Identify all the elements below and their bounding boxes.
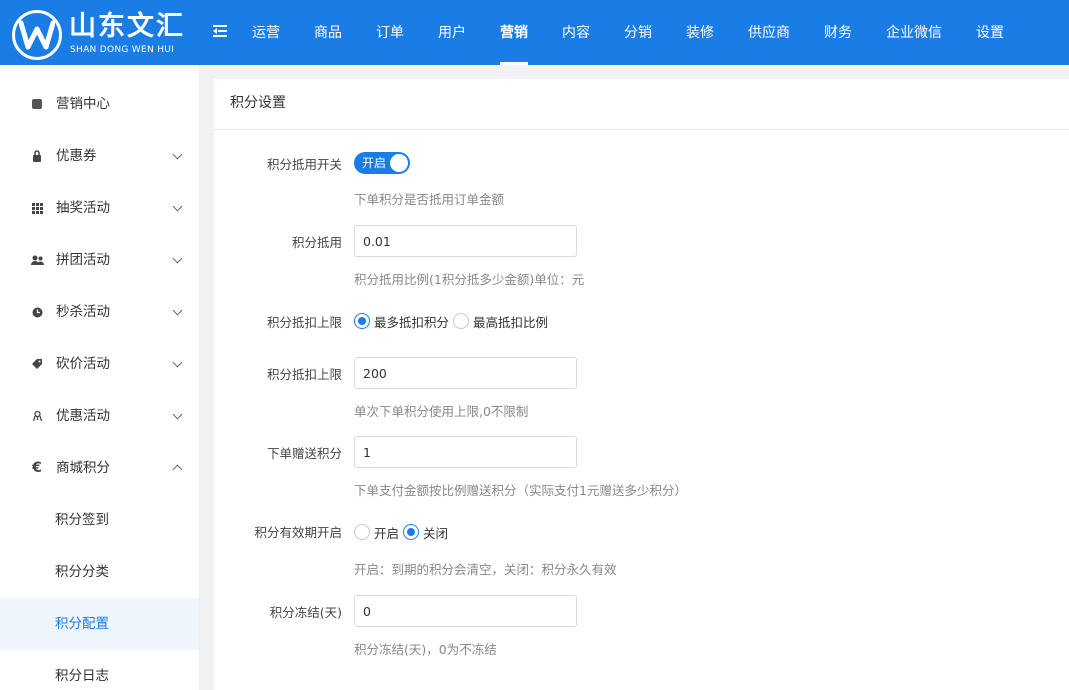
sidebar-subitem-points-signin[interactable]: 积分签到 [0,494,199,546]
sidebar-item-bargain[interactable]: 砍价活动 [0,338,199,390]
expiry-help: 开启：到期的积分会清空，关闭：积分永久有效 [354,562,617,577]
chevron-down-icon [172,201,183,212]
square-icon [30,78,44,130]
sidebar-item-lottery[interactable]: 抽奖活动 [0,182,199,234]
chevron-down-icon [172,357,183,368]
sidebar-item-label: 砍价活动 [56,356,110,372]
group-icon [30,234,44,286]
radio-max-ratio[interactable]: 最高抵扣比例 [453,312,548,331]
deduct-limit-input[interactable] [354,357,577,389]
sidebar-subitem-points-config[interactable]: 积分配置 [0,598,199,650]
brand-subtitle: SHAN DONG WEN HUI [70,45,175,55]
sidebar-item-label: 营销中心 [56,96,110,112]
gift-icon [30,390,44,442]
chevron-down-icon [172,253,183,264]
chevron-down-icon [172,149,183,160]
sidebar-subitem-points-log[interactable]: 积分日志 [0,650,199,690]
deduct-switch-label: 积分抵用开关 [266,157,342,172]
top-bar: 山东文汇 SHAN DONG WEN HUI 运营 商品 订单 用户 营销 内容… [0,0,1069,65]
sidebar-item-promotions[interactable]: 优惠活动 [0,390,199,442]
nav-item-operations[interactable]: 运营 [235,0,297,65]
deduct-ratio-input[interactable] [354,225,577,257]
lock-icon [30,130,44,182]
expiry-radio-group: 开启 关闭 [354,522,452,542]
sidebar-item-flash-sale[interactable]: 秒杀活动 [0,286,199,338]
freeze-label: 积分冻结(天) [269,605,342,620]
deduct-ratio-label: 积分抵用 [291,235,342,250]
order-gift-label: 下单赠送积分 [266,446,342,461]
nav-item-users[interactable]: 用户 [421,0,483,65]
radio-label: 最高抵扣比例 [473,314,549,330]
nav-item-orders[interactable]: 订单 [359,0,421,65]
radio-max-points[interactable]: 最多抵扣积分 [354,312,449,331]
deduct-switch-toggle[interactable]: 开启 [354,152,410,174]
switch-state-text: 开启 [362,156,387,170]
chevron-down-icon [172,305,183,316]
nav-item-settings[interactable]: 设置 [959,0,1021,65]
radio-expiry-on[interactable]: 开启 [354,523,399,542]
expiry-label: 积分有效期开启 [254,525,342,540]
nav-item-suppliers[interactable]: 供应商 [731,0,807,65]
euro-icon: € [32,460,42,476]
chevron-down-icon [172,409,183,420]
sidebar-item-label: 拼团活动 [56,252,110,268]
deduct-limit-label: 积分抵扣上限 [266,367,342,382]
deduct-limit-type-label: 积分抵扣上限 [266,315,342,330]
clock-icon [30,286,44,338]
chevron-up-icon [172,464,183,475]
menu-fold-icon[interactable] [213,25,229,39]
tag-icon [30,338,44,390]
sidebar-item-label: 抽奖活动 [56,200,110,216]
freeze-input[interactable] [354,595,577,627]
switch-knob [390,154,408,172]
logo-w-icon [12,10,62,60]
nav-item-wecom[interactable]: 企业微信 [869,0,959,65]
sidebar-item-mall-points[interactable]: € 商城积分 [0,442,199,494]
radio-label: 最多抵扣积分 [374,314,450,330]
nav-item-finance[interactable]: 财务 [807,0,869,65]
top-nav: 运营 商品 订单 用户 营销 内容 分销 装修 供应商 财务 企业微信 设置 [235,0,1021,65]
radio-label: 关闭 [423,525,449,541]
deduct-ratio-help: 积分抵用比例(1积分抵多少金额)单位：元 [354,272,585,287]
radio-dot [354,524,370,540]
nav-item-content[interactable]: 内容 [545,0,607,65]
sidebar-item-coupons[interactable]: 优惠券 [0,130,199,182]
radio-label: 开启 [374,525,400,541]
freeze-help: 积分冻结(天)，0为不冻结 [354,642,497,657]
order-gift-input[interactable] [354,436,577,468]
grid-icon [30,182,44,234]
sidebar-item-marketing-center[interactable]: 营销中心 [0,78,199,130]
radio-dot [403,524,420,540]
radio-dot [354,313,370,329]
sidebar: 营销中心 优惠券 抽奖活动 拼团活动 秒杀活动 砍价活动 优惠活动 € 商城积分… [0,65,200,690]
deduct-limit-type-radio-group: 最多抵扣积分 最高抵扣比例 [354,311,552,331]
panel-title: 积分设置 [214,79,1069,130]
order-gift-help: 下单支付金额按比例赠送积分（实际支付1元赠送多少积分） [354,483,687,498]
brand-title: 山东文汇 [69,11,185,42]
main-panel: 积分设置 积分抵用开关 开启 下单积分是否抵用订单金额 积分抵用 积分抵用比例(… [214,79,1069,690]
nav-item-decoration[interactable]: 装修 [669,0,731,65]
nav-item-products[interactable]: 商品 [297,0,359,65]
sidebar-item-label: 优惠券 [56,148,97,164]
radio-dot [453,313,470,329]
sidebar-item-label: 秒杀活动 [56,304,110,320]
deduct-limit-help: 单次下单积分使用上限,0不限制 [354,404,529,419]
deduct-switch-help: 下单积分是否抵用订单金额 [354,192,505,207]
sidebar-item-label: 优惠活动 [56,408,110,424]
sidebar-item-label: 商城积分 [56,460,110,476]
sidebar-subitem-points-category[interactable]: 积分分类 [0,546,199,598]
nav-item-marketing[interactable]: 营销 [483,0,545,65]
nav-item-distribution[interactable]: 分销 [607,0,669,65]
brand-logo[interactable]: 山东文汇 SHAN DONG WEN HUI [12,8,202,60]
sidebar-item-group-buy[interactable]: 拼团活动 [0,234,199,286]
radio-expiry-off[interactable]: 关闭 [403,523,448,542]
